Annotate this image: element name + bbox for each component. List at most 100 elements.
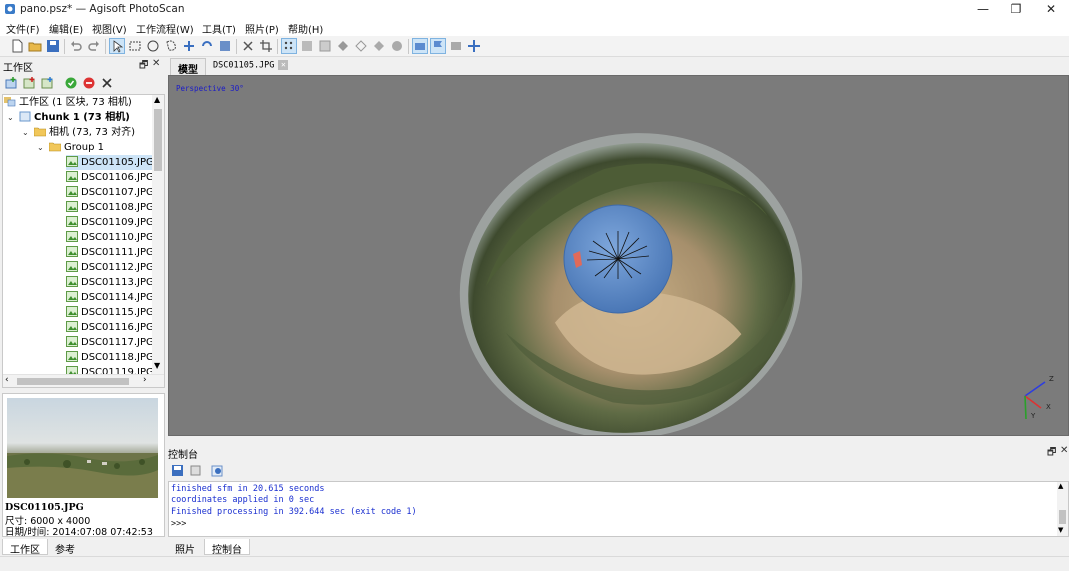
title-bar: pano.psz* — Agisoft PhotoScan — ❐ ✕ (0, 0, 1069, 19)
image-list-item[interactable]: DSC01108.JPG (66, 200, 154, 215)
menu-file[interactable]: 文件(F) (6, 21, 40, 36)
disable-icon[interactable] (82, 76, 96, 90)
close-window-button[interactable]: ✕ (1033, 0, 1069, 19)
add-chunk-icon[interactable] (4, 76, 18, 90)
photo-filename: DSC01105.JPG (5, 502, 84, 513)
image-list-item-label: DSC01117.JPG (81, 337, 154, 348)
rotate-object-icon[interactable] (200, 39, 214, 53)
navigation-arrow-icon[interactable] (109, 38, 125, 54)
bottom-panel-tabs: 照片 控制台 (168, 538, 1069, 556)
run-script-icon[interactable] (211, 464, 224, 477)
image-list-item[interactable]: DSC01113.JPG (66, 275, 154, 290)
document-tabs: 模型 DSC01105.JPG ✕ (168, 57, 1069, 76)
rectangle-select-icon[interactable] (128, 39, 142, 53)
tab-reference[interactable]: 参考 (48, 539, 82, 556)
image-list-item[interactable]: DSC01111.JPG (66, 245, 154, 260)
tab-workspace[interactable]: 工作区 (2, 539, 48, 556)
circle-select-icon[interactable] (146, 39, 160, 53)
scroll-right-icon[interactable]: › (143, 375, 147, 385)
tree-chunk[interactable]: Chunk 1 (73 相机) (19, 110, 130, 125)
scroll-up-icon[interactable]: ▲ (1058, 482, 1063, 490)
new-file-icon[interactable] (10, 39, 24, 53)
redo-icon[interactable] (87, 39, 101, 53)
move-object-icon[interactable] (182, 39, 196, 53)
workspace-tree[interactable]: 工作区 (1 区块, 73 相机) ⌄ Chunk 1 (73 相机) ⌄ 相机… (2, 94, 165, 388)
textured-model-icon[interactable] (372, 39, 386, 53)
scroll-up-icon[interactable]: ▲ (154, 95, 160, 104)
show-cameras-icon[interactable] (412, 38, 428, 54)
scroll-thumb[interactable] (154, 109, 162, 171)
tree-cameras-folder[interactable]: 相机 (73, 73 对齐) (34, 125, 135, 140)
add-photos-icon[interactable] (22, 76, 36, 90)
close-tab-icon[interactable]: ✕ (278, 60, 289, 70)
window-title: pano.psz* — Agisoft PhotoScan (20, 3, 185, 15)
menu-workflow[interactable]: 工作流程(W) (136, 21, 194, 36)
console-scrollbar[interactable]: ▲ ▼ (1057, 482, 1068, 536)
scroll-thumb[interactable] (1059, 510, 1066, 524)
image-list-item[interactable]: DSC01109.JPG (66, 215, 154, 230)
image-list-item[interactable]: DSC01106.JPG (66, 170, 154, 185)
scroll-down-icon[interactable]: ▼ (1058, 526, 1063, 534)
menu-photos[interactable]: 照片(P) (245, 21, 279, 36)
dense-cloud-icon[interactable] (300, 39, 314, 53)
undo-icon[interactable] (69, 39, 83, 53)
image-list-item[interactable]: DSC01114.JPG (66, 290, 154, 305)
scroll-thumb[interactable] (17, 378, 129, 385)
shaded-model-icon[interactable] (318, 39, 332, 53)
crop-selection-icon[interactable] (259, 39, 273, 53)
tab-console[interactable]: 控制台 (204, 539, 250, 556)
wireframe-model-icon[interactable] (354, 39, 368, 53)
delete-selection-icon[interactable] (241, 39, 255, 53)
scroll-left-icon[interactable]: ‹ (5, 375, 9, 385)
show-markers-icon[interactable] (430, 38, 446, 54)
show-region-icon[interactable] (449, 39, 463, 53)
chevron-down-icon[interactable]: ⌄ (37, 140, 47, 155)
image-list-item[interactable]: DSC01117.JPG (66, 335, 154, 350)
tree-root[interactable]: 工作区 (1 区块, 73 相机) (4, 95, 132, 110)
save-log-icon[interactable] (171, 464, 184, 477)
solid-model-icon[interactable] (336, 39, 350, 53)
minimize-button[interactable]: — (965, 0, 1001, 19)
menu-view[interactable]: 视图(V) (92, 21, 127, 36)
close-panel-icon[interactable]: ✕ (1060, 445, 1068, 456)
image-list-item[interactable]: DSC01110.JPG (66, 230, 154, 245)
scale-object-icon[interactable] (218, 39, 232, 53)
maximize-button[interactable]: ❐ (998, 0, 1034, 19)
image-list-item-label: DSC01108.JPG (81, 202, 154, 213)
tree-group[interactable]: Group 1 (49, 140, 104, 155)
image-list-item[interactable]: DSC01112.JPG (66, 260, 154, 275)
float-panel-icon[interactable]: 🗗 (1047, 445, 1056, 462)
image-list-item-label: DSC01115.JPG (81, 307, 154, 318)
menu-help[interactable]: 帮助(H) (288, 21, 323, 36)
console-output[interactable]: finished sfm in 20.615 seconds coordinat… (168, 481, 1069, 537)
menu-bar: 文件(F) 编辑(E) 视图(V) 工作流程(W) 工具(T) 照片(P) 帮助… (0, 19, 1069, 36)
tab-model[interactable]: 模型 (170, 58, 206, 76)
close-panel-icon[interactable]: ✕ (152, 58, 160, 69)
scroll-down-icon[interactable]: ▼ (154, 361, 160, 370)
tiled-model-icon[interactable] (390, 39, 404, 53)
image-list-item[interactable]: DSC01115.JPG (66, 305, 154, 320)
free-form-select-icon[interactable] (164, 39, 178, 53)
console-prompt[interactable]: >>> (171, 519, 186, 529)
tree-vertical-scrollbar[interactable]: ▲ ▼ (152, 95, 164, 375)
image-list-item[interactable]: DSC01118.JPG (66, 350, 154, 365)
open-folder-icon[interactable] (28, 39, 42, 53)
chevron-down-icon[interactable]: ⌄ (7, 110, 17, 125)
add-folder-icon[interactable] (40, 76, 54, 90)
menu-edit[interactable]: 编辑(E) (49, 21, 83, 36)
image-list-item[interactable]: DSC01116.JPG (66, 320, 154, 335)
image-list-item[interactable]: DSC01105.JPG (66, 155, 154, 170)
model-viewport[interactable]: Perspective 30° Z X Y (168, 75, 1069, 436)
image-list-item[interactable]: DSC01107.JPG (66, 185, 154, 200)
tree-horizontal-scrollbar[interactable]: ‹ › (3, 374, 164, 387)
tab-photo[interactable]: DSC01105.JPG ✕ (206, 58, 295, 75)
chevron-down-icon[interactable]: ⌄ (22, 125, 32, 140)
menu-tools[interactable]: 工具(T) (202, 21, 236, 36)
reset-view-icon[interactable] (467, 39, 481, 53)
save-icon[interactable] (46, 39, 60, 53)
point-cloud-icon[interactable] (281, 38, 297, 54)
tab-photos[interactable]: 照片 (168, 539, 202, 556)
remove-items-icon[interactable] (100, 76, 114, 90)
clear-log-icon[interactable] (189, 464, 202, 477)
enable-icon[interactable] (64, 76, 78, 90)
